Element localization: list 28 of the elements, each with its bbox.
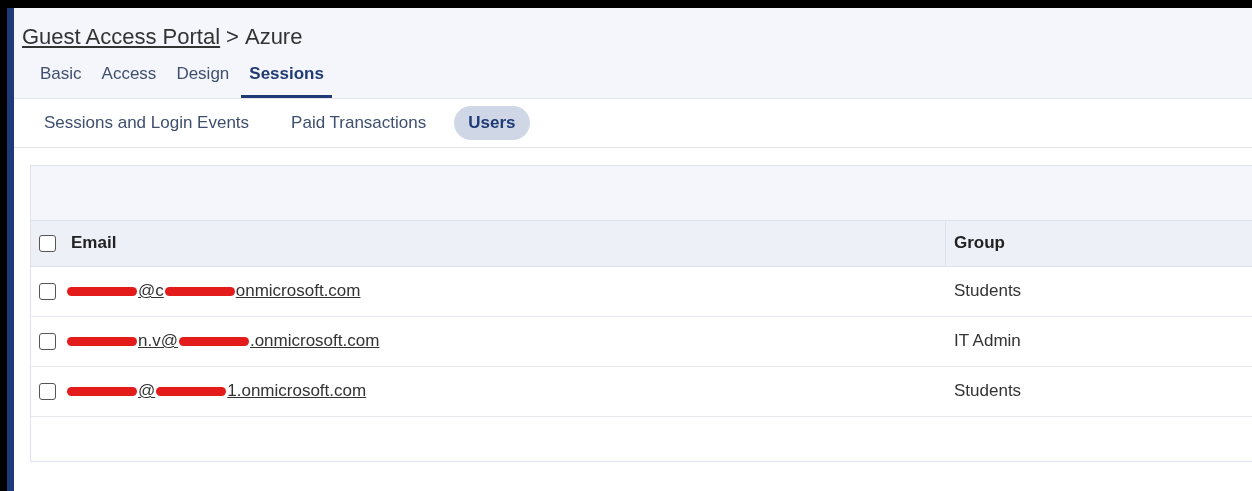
checkbox[interactable] <box>39 282 56 300</box>
redaction-mark <box>164 287 235 297</box>
email-link[interactable]: n.v@ .onmicrosoft.com <box>66 328 380 354</box>
tab[interactable]: Access <box>93 61 165 98</box>
redaction-mark <box>67 387 137 397</box>
redaction-mark <box>67 287 137 297</box>
tab[interactable]: Design <box>168 61 238 98</box>
column-header: Email <box>71 232 117 255</box>
checkbox[interactable] <box>39 234 56 252</box>
breadcrumb-separator: > <box>226 24 239 49</box>
checkbox[interactable] <box>39 332 56 350</box>
tab[interactable]: Basic <box>32 61 90 98</box>
sub-tab[interactable]: Paid Transactions <box>277 105 441 140</box>
sub-tab[interactable]: Users <box>454 105 530 140</box>
table-cell-text: IT Admin <box>953 330 1021 353</box>
tab[interactable]: Sessions <box>241 61 332 98</box>
redaction-mark <box>156 387 227 397</box>
checkbox[interactable] <box>39 382 56 400</box>
redaction-mark <box>178 337 249 347</box>
sub-tab[interactable]: Sessions and Login Events <box>30 105 264 140</box>
column-header: Group <box>953 232 1005 255</box>
redaction-mark <box>67 337 137 347</box>
table-cell-text: Students <box>953 280 1022 303</box>
email-link[interactable]: @ 1.onmicrosoft.com <box>66 378 367 404</box>
email-link[interactable]: @c onmicrosoft.com <box>66 278 361 304</box>
table-cell-text: Students <box>953 380 1022 403</box>
page-title: Azure <box>244 24 303 49</box>
breadcrumb-link[interactable]: Guest Access Portal <box>22 24 221 49</box>
